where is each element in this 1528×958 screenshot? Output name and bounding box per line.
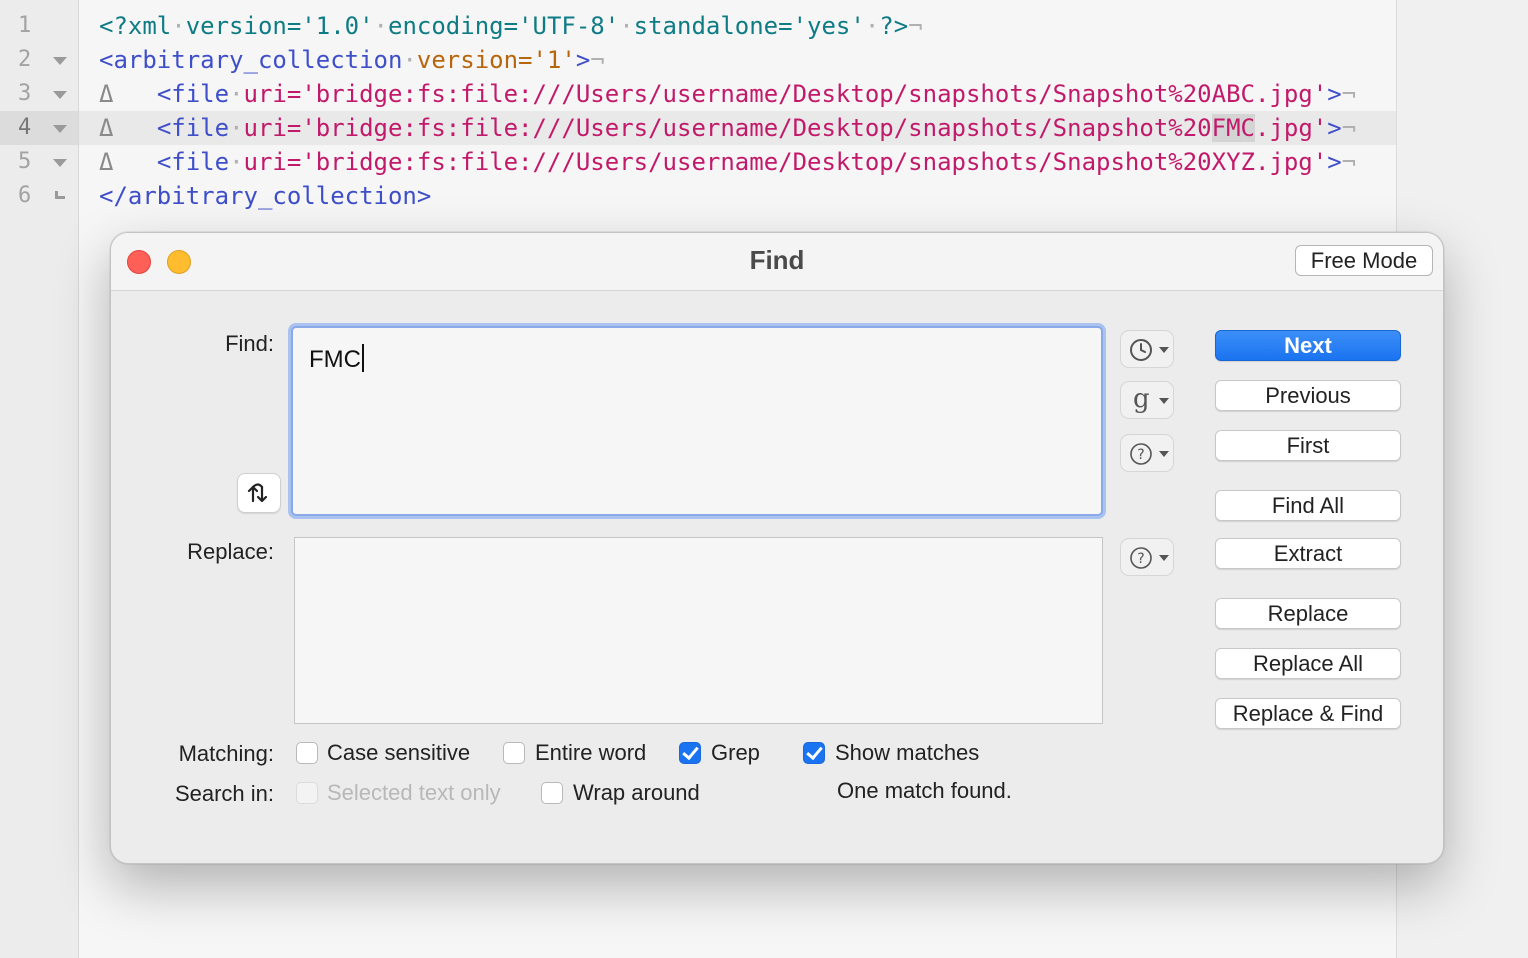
chevron-down-icon	[1159, 451, 1169, 457]
help-icon: ?	[1130, 443, 1152, 465]
chevron-down-icon	[1159, 555, 1169, 561]
chevron-down-icon	[1159, 398, 1169, 404]
replace-and-find-button[interactable]: Replace & Find	[1215, 698, 1401, 729]
fold-toggle-icon[interactable]	[53, 159, 67, 167]
replace-button[interactable]: Replace	[1215, 598, 1401, 629]
wrap-around-label[interactable]: Wrap around	[573, 780, 700, 806]
replace-input[interactable]	[294, 537, 1103, 724]
grep-label[interactable]: Grep	[711, 740, 760, 766]
grep-patterns-popup[interactable]: g	[1120, 381, 1174, 419]
entire-word-checkbox[interactable]	[503, 742, 525, 764]
code-line[interactable]: <?xml·version='1.0'·encoding='UTF-8'·sta…	[79, 9, 1396, 43]
line-number-current: 4	[0, 111, 78, 145]
dialog-title: Find	[749, 245, 805, 275]
help-icon: ?	[1130, 547, 1152, 569]
case-sensitive-checkbox[interactable]	[296, 742, 318, 764]
line-number: 3	[0, 77, 78, 111]
replace-all-button[interactable]: Replace All	[1215, 648, 1401, 679]
swap-arrows-icon	[247, 483, 268, 503]
replace-label: Replace:	[187, 539, 274, 564]
fold-toggle-icon[interactable]	[53, 91, 67, 99]
line-number: 6	[0, 179, 78, 213]
find-help-popup[interactable]: ?	[1120, 434, 1174, 472]
line-number: 5	[0, 145, 78, 179]
grep-pattern-icon: g	[1133, 384, 1150, 414]
text-caret	[361, 344, 364, 372]
grep-checkbox[interactable]	[679, 742, 701, 764]
line-number: 1	[18, 13, 32, 38]
fold-toggle-icon[interactable]	[53, 57, 67, 65]
matching-label: Matching:	[178, 741, 274, 766]
replace-help-popup[interactable]: ?	[1120, 538, 1174, 576]
search-status-text: One match found.	[837, 778, 1012, 803]
fold-toggle-icon[interactable]	[53, 125, 67, 133]
selected-text-only-checkbox	[296, 782, 318, 804]
code-line-current[interactable]: Δ <file·uri='bridge:fs:file:///Users/use…	[79, 111, 1396, 145]
search-in-label: Search in:	[174, 781, 274, 806]
code-line[interactable]: <arbitrary_collection·version='1'>¬	[79, 43, 1396, 77]
previous-button[interactable]: Previous	[1215, 380, 1401, 411]
chevron-down-icon	[1159, 347, 1169, 353]
line-number-gutter: 1 2 3 4 5 6	[0, 0, 79, 958]
dialog-titlebar[interactable]: Find Free Mode	[111, 233, 1443, 291]
show-matches-checkbox[interactable]	[803, 742, 825, 764]
recent-searches-popup[interactable]	[1120, 330, 1174, 368]
code-line[interactable]: Δ <file·uri='bridge:fs:file:///Users/use…	[79, 77, 1396, 111]
find-dialog: Find Free Mode Find: FMC Replace: g ? ? …	[110, 232, 1444, 864]
extract-button[interactable]: Extract	[1215, 538, 1401, 569]
wrap-around-checkbox[interactable]	[541, 782, 563, 804]
svg-text:?: ?	[1137, 447, 1144, 463]
swap-find-replace-button[interactable]	[237, 473, 281, 513]
next-button[interactable]: Next	[1215, 330, 1401, 361]
line-number: 2	[0, 43, 78, 77]
find-label: Find:	[225, 331, 274, 356]
fold-end-icon	[55, 191, 65, 199]
history-icon	[1130, 339, 1152, 361]
code-line[interactable]: </arbitrary_collection>	[79, 179, 1396, 213]
search-match-highlight: FMC	[1211, 114, 1255, 142]
selected-text-only-label: Selected text only	[327, 780, 501, 805]
find-input[interactable]: FMC	[291, 326, 1103, 516]
first-button[interactable]: First	[1215, 430, 1401, 461]
free-mode-button[interactable]: Free Mode	[1295, 245, 1433, 276]
show-matches-label[interactable]: Show matches	[835, 740, 979, 766]
case-sensitive-label[interactable]: Case sensitive	[327, 740, 470, 766]
svg-text:?: ?	[1137, 551, 1144, 567]
code-line[interactable]: Δ <file·uri='bridge:fs:file:///Users/use…	[79, 145, 1396, 179]
find-input-text: FMC	[309, 346, 361, 373]
entire-word-label[interactable]: Entire word	[535, 740, 646, 766]
find-all-button[interactable]: Find All	[1215, 490, 1401, 521]
